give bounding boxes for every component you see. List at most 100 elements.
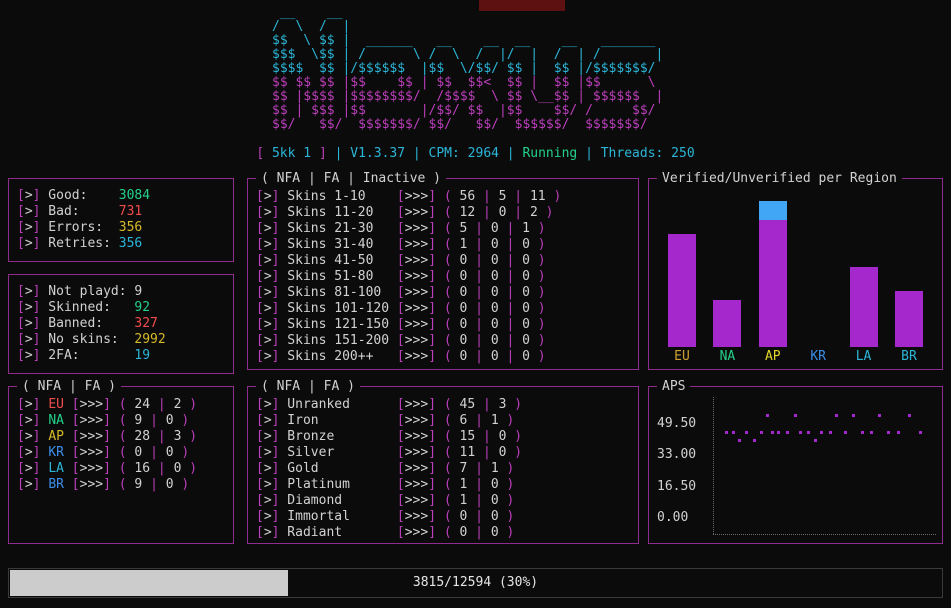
region-name: NA — [48, 413, 71, 428]
arrows-marker: >>> — [405, 237, 428, 252]
aps-data-point — [753, 439, 756, 442]
count-value: 0 — [491, 493, 499, 508]
stats-secondary-rows: [>] Not playd: 9[>] Skinned: 92[>] Banne… — [9, 275, 233, 373]
paren-close: ) — [499, 493, 515, 508]
aps-data-point — [814, 439, 817, 442]
row-marker: > — [264, 205, 272, 220]
row-marker: > — [25, 284, 33, 299]
row-marker: > — [25, 332, 33, 347]
row-marker-open: [ — [17, 461, 25, 476]
value-separator: | — [142, 477, 165, 492]
row-marker: > — [25, 397, 33, 412]
ascii-line: $$ \ $$ | ______ __ __ __ __ _______ — [272, 34, 663, 48]
rank-row: [>] Silver [>>>] ( 11 | 0 ) — [256, 445, 638, 461]
arrows-marker-open: [ — [397, 461, 405, 476]
row-marker-open: [ — [17, 397, 25, 412]
skins-row-label: Skins 51-80 — [279, 269, 396, 284]
ascii-logo: __ __/ \ / |$$ \ $$ | ______ __ __ __ __… — [272, 6, 663, 132]
row-marker: > — [264, 429, 272, 444]
value-separator: | — [467, 333, 490, 348]
paren-open: ( — [444, 237, 460, 252]
value-separator: | — [499, 237, 522, 252]
aps-data-point — [861, 431, 864, 434]
skins-row: [>] Skins 1-10 [>>>] ( 56 | 5 | 11 ) — [256, 189, 638, 205]
arrows-marker: >>> — [405, 461, 428, 476]
ascii-line: $$ |$$$$ |$$$$$$$$/ /$$$$ \ $$ \__$$ | $… — [272, 90, 663, 104]
skins-row: [>] Skins 121-150 [>>>] ( 0 | 0 | 0 ) — [256, 317, 638, 333]
count-value: 0 — [522, 301, 530, 316]
aps-data-point — [820, 431, 823, 434]
arrows-marker-open: [ — [72, 413, 80, 428]
row-marker: > — [25, 477, 33, 492]
paren-open: ( — [444, 205, 460, 220]
rank-row-label: Silver — [279, 445, 396, 460]
spacer — [436, 525, 444, 540]
aps-data-point — [897, 431, 900, 434]
paren-open: ( — [119, 461, 135, 476]
rank-row: [>] Immortal [>>>] ( 0 | 0 ) — [256, 509, 638, 525]
paren-open: ( — [444, 349, 460, 364]
paren-close: ) — [530, 285, 546, 300]
aps-y-tick: 49.50 — [657, 416, 709, 431]
arrows-marker-close: ] — [428, 397, 436, 412]
row-marker: > — [264, 493, 272, 508]
row-marker-open: [ — [256, 237, 264, 252]
stat-label: No skins: — [40, 332, 134, 347]
skins-row-label: Skins 21-30 — [279, 221, 396, 236]
rank-row: [>] Radiant [>>>] ( 0 | 0 ) — [256, 525, 638, 541]
skins-row: [>] Skins 41-50 [>>>] ( 0 | 0 | 0 ) — [256, 253, 638, 269]
arrows-marker-close: ] — [428, 461, 436, 476]
aps-scatter-plot: 49.5033.0016.500.00 — [649, 387, 942, 543]
stat-row: [>] Bad: 731 — [17, 204, 233, 220]
skins-row: [>] Skins 151-200 [>>>] ( 0 | 0 | 0 ) — [256, 333, 638, 349]
aps-data-point — [786, 431, 789, 434]
ascii-line: $$/ $$/ $$$$$$$/ $$/ $$/ $$$$$$/ $$$$$$$… — [272, 118, 663, 132]
arrows-marker-close: ] — [428, 333, 436, 348]
row-marker: > — [25, 429, 33, 444]
value-separator: | — [475, 205, 498, 220]
arrows-marker: >>> — [405, 205, 428, 220]
rank-row-label: Radiant — [279, 525, 396, 540]
arrows-marker: >>> — [405, 477, 428, 492]
arrows-marker: >>> — [405, 509, 428, 524]
row-marker-open: [ — [256, 269, 264, 284]
aps-y-tick: 0.00 — [657, 510, 709, 525]
spacer — [436, 237, 444, 252]
value-separator: | — [467, 237, 490, 252]
paren-open: ( — [119, 445, 135, 460]
count-value: 0 — [522, 285, 530, 300]
value-separator: | — [150, 397, 173, 412]
region-name: EU — [48, 397, 71, 412]
skins-row: [>] Skins 11-20 [>>>] ( 12 | 0 | 2 ) — [256, 205, 638, 221]
regions-rows: [>] EU [>>>] ( 24 | 2 )[>] NA [>>>] ( 9 … — [9, 387, 233, 543]
aps-data-point — [799, 431, 802, 434]
value-separator: | — [467, 221, 490, 236]
value-separator: | — [467, 509, 490, 524]
count-value: 11 — [530, 189, 546, 204]
ascii-line: $$$ \$$ | / \ / \ / |/ | / | / | — [272, 48, 663, 62]
aps-data-point — [766, 414, 769, 417]
aps-data-point — [745, 431, 748, 434]
arrows-marker-open: [ — [397, 317, 405, 332]
value-separator: | — [499, 301, 522, 316]
row-marker: > — [25, 461, 33, 476]
paren-close: ) — [181, 429, 197, 444]
row-marker: > — [264, 285, 272, 300]
paren-close: ) — [530, 317, 546, 332]
paren-open: ( — [444, 445, 460, 460]
row-marker: > — [25, 413, 33, 428]
bar-verified — [668, 234, 696, 347]
row-marker-open: [ — [256, 285, 264, 300]
spacer — [436, 253, 444, 268]
bar-label: NA — [720, 349, 736, 365]
arrows-marker: >>> — [405, 413, 428, 428]
paren-open: ( — [444, 429, 460, 444]
row-marker: > — [264, 237, 272, 252]
spacer — [436, 189, 444, 204]
count-value: 0 — [491, 333, 499, 348]
aps-data-point — [794, 414, 797, 417]
value-separator: | — [475, 189, 498, 204]
spacer — [436, 397, 444, 412]
status-segment: ] — [311, 146, 327, 161]
stat-value: 9 — [134, 284, 142, 299]
